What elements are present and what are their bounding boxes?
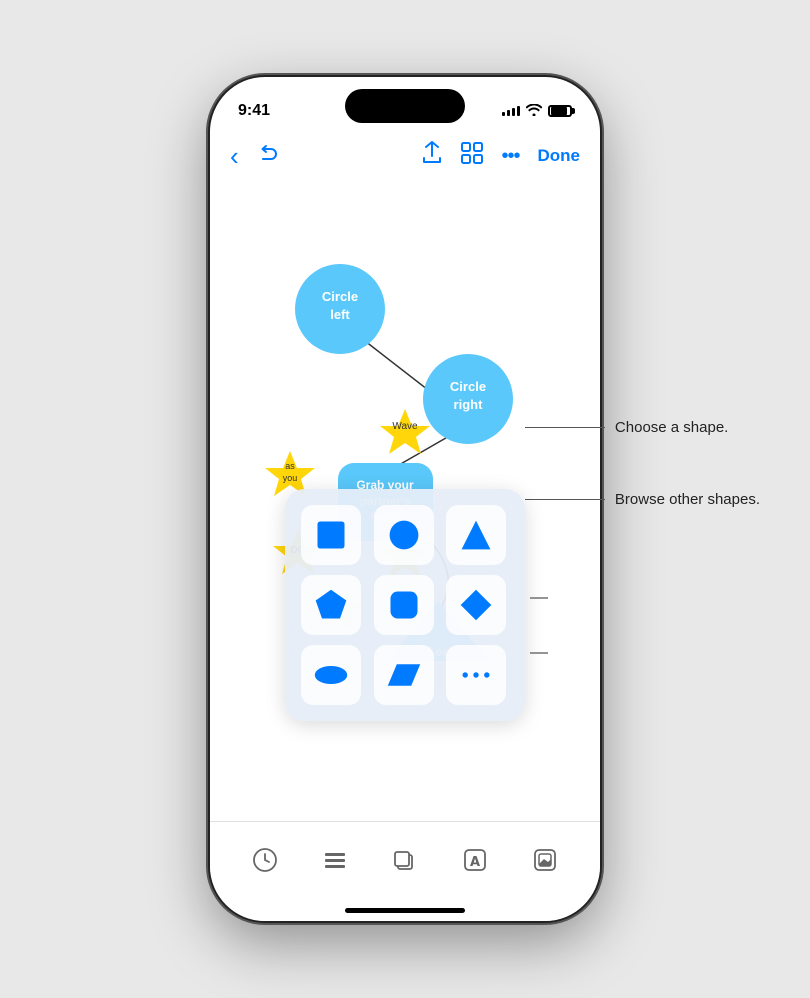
shape-rounded-square[interactable]: [374, 575, 434, 635]
layers-button[interactable]: [392, 847, 418, 873]
shape-parallelogram[interactable]: [374, 645, 434, 705]
signal-bar-2: [507, 110, 510, 116]
callout-browse-shapes-text: Browse other shapes.: [615, 491, 760, 508]
shape-square[interactable]: [301, 505, 361, 565]
more-button[interactable]: •••: [501, 145, 519, 168]
shape-triangle[interactable]: [446, 505, 506, 565]
toolbar-left: ‹: [230, 141, 281, 172]
shape-diamond[interactable]: [446, 575, 506, 635]
svg-text:Circle: Circle: [322, 289, 358, 304]
wifi-icon: [526, 104, 542, 119]
image-button[interactable]: [532, 847, 558, 873]
callout-browse-shapes: Browse other shapes.: [525, 491, 760, 508]
pen-tool-button[interactable]: [252, 847, 278, 873]
toolbar-right: ••• Done: [421, 141, 580, 171]
signal-bar-3: [512, 108, 515, 116]
callout-choose-shape-text: Choose a shape.: [615, 419, 728, 436]
list-button[interactable]: [322, 847, 348, 873]
signal-bars: [502, 106, 520, 116]
svg-text:A: A: [470, 855, 480, 870]
shape-circle[interactable]: [374, 505, 434, 565]
svg-text:right: right: [454, 397, 484, 412]
done-button[interactable]: Done: [538, 146, 581, 166]
callout-annotations: Choose a shape. Browse other shapes.: [525, 419, 760, 508]
grid-button[interactable]: [461, 142, 483, 170]
dynamic-island: [345, 89, 465, 123]
callout-choose-shape: Choose a shape.: [525, 419, 760, 436]
bottom-toolbar: A: [210, 821, 600, 921]
text-button[interactable]: A: [462, 847, 488, 873]
share-button[interactable]: [421, 141, 443, 171]
shape-picker: [285, 489, 525, 721]
undo-button[interactable]: [257, 141, 281, 171]
battery-fill: [551, 107, 567, 115]
status-icons: [502, 104, 572, 119]
toolbar: ‹ ••• Done: [210, 131, 600, 181]
status-time: 9:41: [238, 102, 270, 120]
svg-text:Circle: Circle: [450, 379, 486, 394]
svg-text:as: as: [285, 461, 295, 471]
signal-bar-4: [517, 106, 520, 116]
svg-text:you: you: [283, 473, 298, 483]
back-button[interactable]: ‹: [230, 141, 239, 172]
shape-oval[interactable]: [301, 645, 361, 705]
home-indicator: [345, 908, 465, 913]
svg-text:Wave: Wave: [392, 421, 418, 432]
shape-pentagon[interactable]: [301, 575, 361, 635]
battery-icon: [548, 105, 572, 117]
signal-bar-1: [502, 112, 505, 116]
shape-more[interactable]: [446, 645, 506, 705]
shape-grid: [301, 505, 509, 705]
svg-text:left: left: [330, 307, 350, 322]
